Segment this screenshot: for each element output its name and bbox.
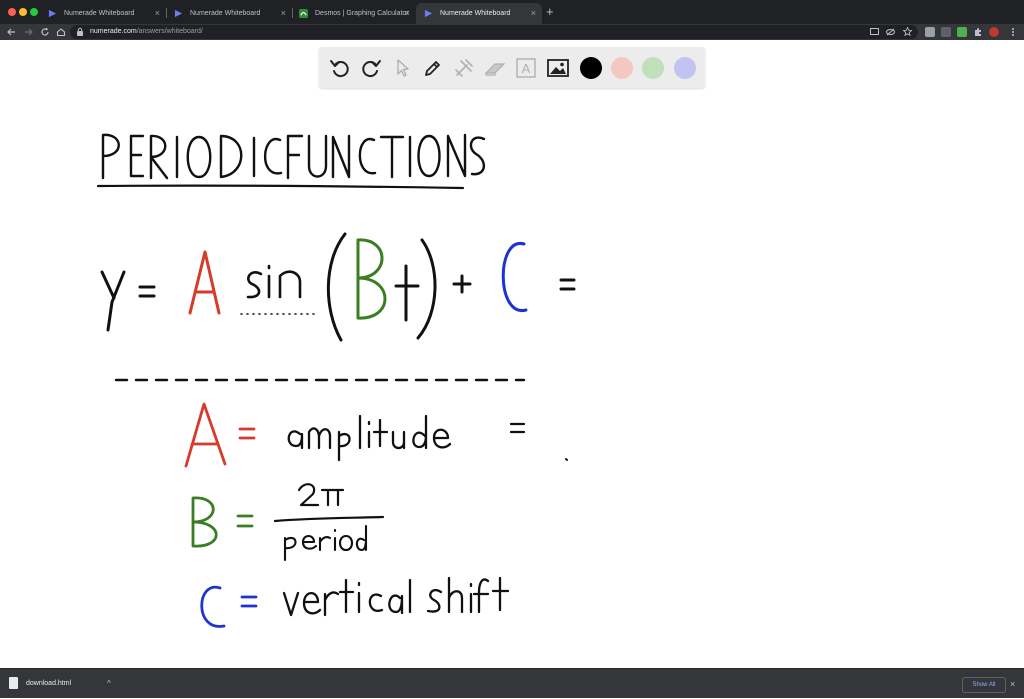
tab-label: Numerade Whiteboard — [64, 10, 135, 17]
url-path: /answers/whiteboard/ — [136, 28, 203, 35]
close-tab-icon[interactable]: × — [405, 3, 410, 24]
tab-strip: Numerade Whiteboard × Numerade Whiteboar… — [0, 0, 1024, 24]
title-periodic-functions — [96, 133, 486, 190]
close-tab-icon[interactable]: × — [531, 3, 536, 24]
new-tab-button[interactable]: + — [546, 4, 554, 20]
extension-icon[interactable] — [957, 27, 967, 37]
tab-numerade-whiteboard-2[interactable]: Numerade Whiteboard × — [166, 3, 292, 24]
definition-frequency — [191, 483, 385, 562]
back-icon[interactable] — [6, 27, 16, 37]
handwritten-notes — [96, 133, 576, 628]
url-text: numerade.com/answers/whiteboard/ — [90, 25, 203, 39]
close-window-button[interactable] — [8, 8, 16, 16]
tab-numerade-whiteboard-1[interactable]: Numerade Whiteboard × — [40, 3, 166, 24]
extensions-puzzle-icon[interactable] — [973, 27, 983, 37]
tab-desmos[interactable]: Desmos | Graphing Calculator × — [291, 3, 416, 24]
lock-icon — [77, 27, 83, 36]
profile-avatar[interactable] — [989, 27, 999, 37]
file-icon — [9, 677, 18, 689]
definition-amplitude — [184, 402, 568, 468]
install-app-icon[interactable] — [870, 28, 879, 36]
close-download-shelf-icon[interactable]: × — [1010, 669, 1015, 699]
extension-icon[interactable] — [925, 27, 935, 37]
browser-menu-icon[interactable] — [1008, 27, 1018, 37]
numerade-favicon-icon — [48, 9, 57, 18]
tracking-blocked-icon[interactable] — [886, 28, 895, 36]
bookmark-star-icon[interactable] — [903, 27, 912, 36]
home-icon[interactable] — [56, 27, 66, 37]
tab-numerade-whiteboard-active[interactable]: Numerade Whiteboard × — [416, 3, 542, 24]
extension-icon[interactable] — [941, 27, 951, 37]
address-bar[interactable]: numerade.com/answers/whiteboard/ — [70, 25, 918, 39]
desmos-favicon-icon — [299, 9, 308, 18]
close-tab-icon[interactable]: × — [281, 3, 286, 24]
download-shelf: download.html ^ Show All × — [0, 668, 1024, 698]
tab-label: Numerade Whiteboard — [440, 10, 511, 17]
numerade-favicon-icon — [174, 9, 183, 18]
download-file-name[interactable]: download.html — [26, 669, 71, 699]
close-tab-icon[interactable]: × — [155, 3, 160, 24]
reload-icon[interactable] — [40, 27, 50, 37]
equation-line — [100, 232, 576, 342]
download-options-chevron-icon[interactable]: ^ — [107, 669, 111, 699]
maximize-window-button[interactable] — [30, 8, 38, 16]
tab-label: Desmos | Graphing Calculator — [315, 10, 409, 17]
whiteboard-canvas[interactable]: A — [0, 40, 1024, 668]
browser-toolbar: numerade.com/answers/whiteboard/ — [0, 24, 1024, 40]
definition-vertical-shift — [200, 576, 510, 628]
forward-icon[interactable] — [24, 27, 34, 37]
tab-label: Numerade Whiteboard — [190, 10, 261, 17]
show-all-button[interactable]: Show All — [962, 677, 1006, 693]
minimize-window-button[interactable] — [19, 8, 27, 16]
url-host: numerade.com — [90, 28, 137, 35]
numerade-favicon-icon — [424, 9, 433, 18]
